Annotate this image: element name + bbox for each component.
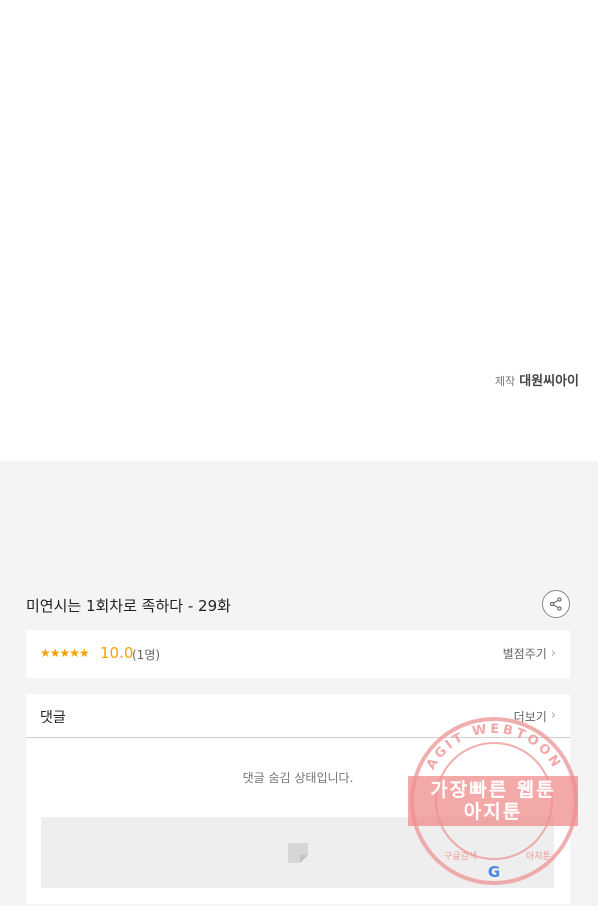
- production-credit: 제작 대원씨아이: [495, 370, 579, 389]
- stamp-bottom-left: 구글검색: [444, 850, 477, 862]
- credit-label: 제작: [494, 375, 516, 388]
- chevron-right-icon: ›: [550, 646, 556, 661]
- rating-count: (1명): [132, 648, 161, 662]
- share-button[interactable]: [542, 590, 570, 618]
- share-icon: [549, 597, 562, 611]
- rate-button-label: 별점주기: [502, 647, 547, 661]
- rating-score: 10.0: [100, 644, 134, 662]
- placeholder-icon: [287, 842, 308, 863]
- rating-bar: ★★★★★ 10.0 (1명) 별점주기 ›: [26, 630, 570, 678]
- stamp-bottom-right: 아지툰: [526, 851, 551, 862]
- episode-title: 미연시는 1회차로 족하다 - 29화: [26, 597, 231, 615]
- watermark-line1: 가장빠른 웹툰: [430, 779, 556, 801]
- rate-button[interactable]: 별점주기 ›: [503, 645, 556, 662]
- watermark-line2: 아지툰: [463, 801, 523, 823]
- episode-header: 미연시는 1회차로 족하다 - 29화: [26, 590, 570, 618]
- watermark-band: 가장빠른 웹툰 아지툰: [408, 776, 578, 826]
- credit-name: 대원씨아이: [519, 374, 579, 389]
- svg-text:AGIT WEBTOON: AGIT WEBTOON: [424, 722, 565, 773]
- stamp-ring-text: AGIT WEBTOON: [424, 722, 562, 773]
- comments-title: 댓글: [40, 710, 66, 726]
- google-logo-icon: G: [488, 863, 500, 881]
- star-rating: ★★★★★: [40, 646, 90, 660]
- webtoon-image-area: 제작 대원씨아이: [0, 0, 598, 461]
